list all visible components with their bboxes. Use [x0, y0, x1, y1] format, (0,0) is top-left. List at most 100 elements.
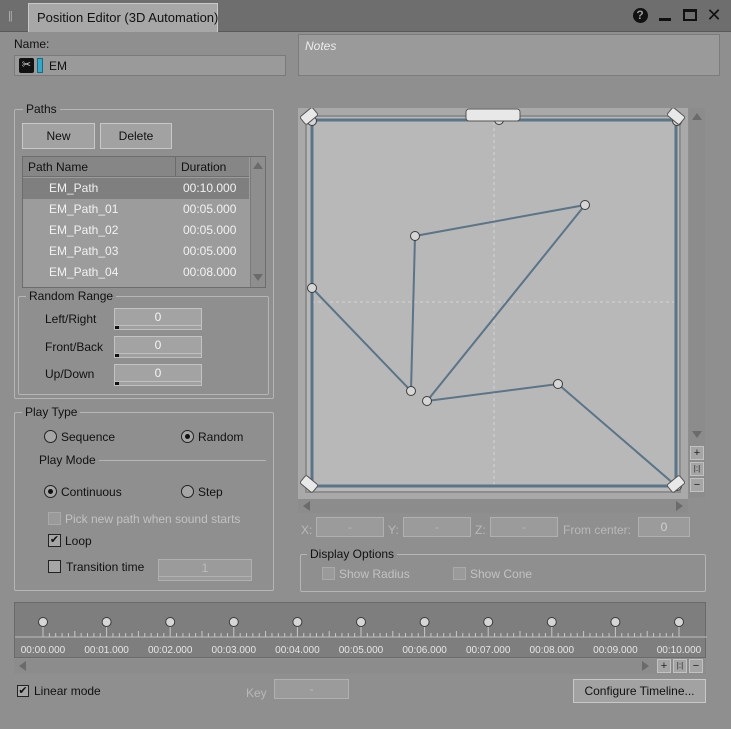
sequence-label[interactable]: Sequence	[61, 430, 115, 444]
editor-vertical-scrollbar[interactable]: + |:| −	[689, 108, 705, 498]
name-field[interactable]: ✂ EM	[14, 55, 286, 76]
maximize-button[interactable]	[681, 6, 699, 24]
timeline-key[interactable]	[419, 617, 430, 627]
loop-checkbox[interactable]: ✔	[48, 534, 61, 547]
x-input[interactable]: -	[316, 517, 384, 537]
color-swatch[interactable]	[37, 58, 43, 73]
front-back-slider[interactable]	[114, 353, 202, 358]
from-center-label: From center:	[563, 523, 632, 537]
timeline-key[interactable]	[38, 617, 48, 627]
timeline-key[interactable]	[610, 617, 621, 627]
timeline-ruler[interactable]: 00:00.000 00:01.000 00:02.000 00:03.000 00:0…	[15, 603, 707, 659]
scroll-down-icon[interactable]	[253, 274, 263, 281]
timeline-key[interactable]	[165, 617, 176, 627]
path-point[interactable]	[422, 396, 432, 406]
drag-grip-icon[interactable]: ||	[8, 9, 16, 23]
zoom-out-button[interactable]: −	[690, 478, 704, 492]
scroll-down-icon[interactable]	[692, 431, 702, 438]
transition-time-input[interactable]: 1	[158, 559, 252, 577]
minimize-button[interactable]	[656, 6, 674, 24]
timeline-key[interactable]	[674, 617, 684, 627]
delete-path-button[interactable]: Delete	[100, 123, 172, 149]
path-point[interactable]	[580, 200, 590, 210]
column-divider[interactable]	[175, 157, 176, 177]
path-point[interactable]	[410, 231, 420, 241]
linear-mode-label[interactable]: Linear mode	[34, 684, 101, 698]
step-radio[interactable]	[181, 485, 194, 498]
table-row[interactable]: EM_Path_01 00:05.000	[23, 199, 249, 220]
random-label[interactable]: Random	[198, 430, 243, 444]
table-row[interactable]: EM_Path 00:10.000	[23, 178, 249, 199]
sequence-radio[interactable]	[44, 430, 57, 443]
scroll-up-icon[interactable]	[253, 162, 263, 169]
y-input[interactable]: -	[403, 517, 471, 537]
help-button[interactable]: ?	[631, 6, 649, 24]
table-row[interactable]: EM_Path_02 00:05.000	[23, 220, 249, 241]
transition-time-slider[interactable]	[158, 576, 252, 581]
slider-knob[interactable]	[115, 326, 119, 329]
timeline-zoom-out-button[interactable]: −	[689, 659, 703, 673]
scroll-right-icon[interactable]	[642, 661, 649, 671]
random-radio[interactable]	[181, 430, 194, 443]
up-down-slider[interactable]	[114, 381, 202, 386]
tab-position-editor[interactable]: Position Editor (3D Automation)	[28, 3, 218, 32]
loop-label[interactable]: Loop	[65, 534, 92, 548]
up-down-input[interactable]: 0	[114, 364, 202, 382]
transition-time-label[interactable]: Transition time	[66, 560, 144, 574]
continuous-radio[interactable]	[44, 485, 57, 498]
table-row[interactable]: EM_Path_04 00:08.000	[23, 262, 249, 283]
path-list: Path Name Duration EM_Path 00:10.000 EM_Pa…	[22, 156, 266, 288]
timeline-zoom-in-button[interactable]: +	[657, 659, 671, 673]
zoom-in-button[interactable]: +	[690, 446, 704, 460]
path-point[interactable]	[553, 379, 563, 389]
notes-field[interactable]: Notes	[298, 34, 720, 76]
left-right-slider[interactable]	[114, 325, 202, 330]
front-back-label: Front/Back	[45, 340, 104, 354]
slider-knob[interactable]	[115, 354, 119, 357]
configure-timeline-button[interactable]: Configure Timeline...	[573, 679, 706, 703]
slider-knob[interactable]	[115, 382, 119, 385]
timeline[interactable]: 00:00.000 00:01.000 00:02.000 00:03.000 00:0…	[14, 602, 707, 659]
continuous-label[interactable]: Continuous	[61, 485, 122, 499]
list-scrollbar[interactable]	[250, 157, 265, 287]
scroll-left-icon[interactable]	[303, 501, 310, 511]
left-right-input[interactable]: 0	[114, 308, 202, 326]
show-radius-checkbox[interactable]	[322, 567, 335, 580]
timeline-key[interactable]	[546, 617, 557, 627]
zoom-fit-button[interactable]: |:|	[690, 462, 704, 476]
left-right-label: Left/Right	[45, 312, 97, 326]
timeline-key[interactable]	[292, 617, 303, 627]
close-button[interactable]: ✕	[705, 6, 723, 24]
from-center-input[interactable]: 0	[638, 517, 690, 537]
scroll-up-icon[interactable]	[692, 113, 702, 120]
scroll-right-icon[interactable]	[676, 501, 683, 511]
timeline-key[interactable]	[101, 617, 112, 627]
transition-time-checkbox[interactable]	[48, 560, 61, 573]
scroll-left-icon[interactable]	[19, 661, 26, 671]
maximize-icon	[683, 9, 697, 21]
z-input[interactable]: -	[490, 517, 558, 537]
list-header: Path Name Duration	[23, 157, 249, 177]
column-header-duration[interactable]: Duration	[181, 160, 226, 174]
show-radius-label: Show Radius	[339, 567, 410, 581]
timeline-key[interactable]	[356, 617, 366, 627]
pick-new-path-checkbox[interactable]	[48, 512, 61, 525]
timeline-key[interactable]	[228, 617, 239, 627]
key-label: Key	[246, 686, 267, 700]
timeline-zoom-fit-button[interactable]: |:|	[673, 659, 687, 673]
path-point[interactable]	[406, 386, 416, 396]
column-header-path-name[interactable]: Path Name	[28, 160, 88, 174]
step-label[interactable]: Step	[198, 485, 223, 499]
linear-mode-checkbox[interactable]: ✔	[17, 685, 29, 697]
path-point[interactable]	[307, 283, 317, 293]
key-input[interactable]: -	[274, 679, 349, 699]
timeline-key[interactable]	[483, 617, 494, 627]
timeline-label: 00:08.000	[530, 645, 575, 656]
show-cone-checkbox[interactable]	[453, 567, 466, 580]
path-graph[interactable]	[298, 108, 688, 500]
table-row[interactable]: EM_Path_03 00:05.000	[23, 241, 249, 262]
new-path-button[interactable]: New	[22, 123, 95, 149]
editor-horizontal-scrollbar[interactable]	[298, 499, 688, 513]
timeline-scrollbar[interactable]: + |:| −	[14, 659, 706, 674]
front-back-input[interactable]: 0	[114, 336, 202, 354]
